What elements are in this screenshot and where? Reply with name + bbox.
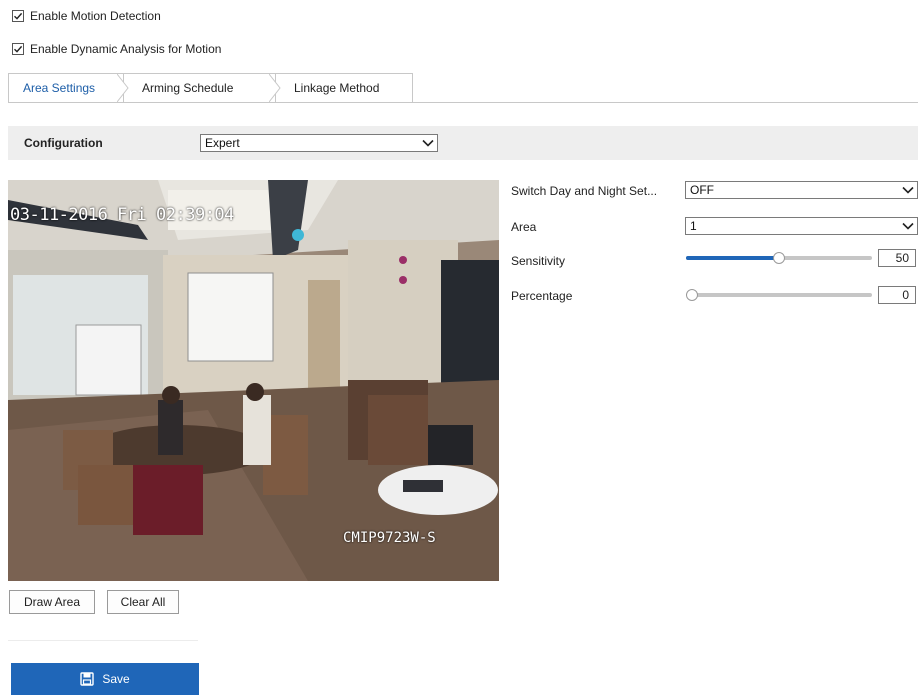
tab-area-settings-label: Area Settings xyxy=(23,81,96,95)
percentage-slider-knob[interactable] xyxy=(686,289,698,301)
save-label: Save xyxy=(102,672,130,686)
motion-detection-row[interactable]: Enable Motion Detection xyxy=(12,9,161,23)
percentage-label: Percentage xyxy=(511,289,573,303)
configuration-select[interactable]: Expert xyxy=(200,134,438,152)
area-select[interactable]: 1 xyxy=(685,217,918,235)
sensitivity-label: Sensitivity xyxy=(511,254,566,268)
tab-separator-icon xyxy=(269,74,281,102)
sensitivity-slider-knob[interactable] xyxy=(773,252,785,264)
configuration-value: Expert xyxy=(205,136,240,150)
floppy-disk-icon xyxy=(80,672,95,686)
camera-scene-image xyxy=(8,180,499,581)
switch-day-night-select[interactable]: OFF xyxy=(685,181,918,199)
tab-divider xyxy=(8,102,918,103)
switch-day-night-value: OFF xyxy=(690,183,714,197)
configuration-label: Configuration xyxy=(24,136,103,150)
tab-linkage-method[interactable]: Linkage Method xyxy=(275,73,413,103)
video-timestamp: 03-11-2016 Fri 02:39:04 xyxy=(10,205,234,225)
save-button[interactable]: Save xyxy=(11,663,199,695)
dynamic-analysis-label: Enable Dynamic Analysis for Motion xyxy=(30,42,222,56)
checkmark-icon xyxy=(14,12,23,20)
tab-area-settings[interactable]: Area Settings xyxy=(8,73,129,103)
tab-bar: Area Settings Arming Schedule Linkage Me… xyxy=(8,73,413,103)
motion-detection-label: Enable Motion Detection xyxy=(30,9,161,23)
chevron-down-icon xyxy=(422,139,434,147)
sensitivity-value-input[interactable]: 50 xyxy=(878,249,916,267)
tab-arming-schedule[interactable]: Arming Schedule xyxy=(123,73,281,103)
sensitivity-slider[interactable] xyxy=(686,251,872,265)
configuration-bar xyxy=(8,126,918,160)
area-value: 1 xyxy=(690,219,697,233)
tab-arming-schedule-label: Arming Schedule xyxy=(142,81,234,95)
dynamic-analysis-checkbox[interactable] xyxy=(12,43,24,55)
switch-day-night-label: Switch Day and Night Set... xyxy=(511,184,658,198)
tab-linkage-method-label: Linkage Method xyxy=(294,81,380,95)
area-label: Area xyxy=(511,220,537,234)
chevron-down-icon xyxy=(902,186,914,194)
draw-area-button[interactable]: Draw Area xyxy=(9,590,95,614)
clear-all-button[interactable]: Clear All xyxy=(107,590,179,614)
footer-divider xyxy=(8,640,198,641)
dynamic-analysis-row[interactable]: Enable Dynamic Analysis for Motion xyxy=(12,42,221,56)
video-preview[interactable]: 03-11-2016 Fri 02:39:04 CMIP9723W-S xyxy=(8,180,499,581)
motion-detection-checkbox[interactable] xyxy=(12,10,24,22)
tab-separator-icon xyxy=(117,74,129,102)
sensitivity-slider-fill xyxy=(686,256,779,260)
checkmark-icon xyxy=(14,45,23,53)
percentage-slider-track xyxy=(686,293,872,297)
video-camera-name: CMIP9723W-S xyxy=(343,530,436,546)
percentage-slider[interactable] xyxy=(686,288,872,302)
percentage-value-input[interactable]: 0 xyxy=(878,286,916,304)
chevron-down-icon xyxy=(902,222,914,230)
